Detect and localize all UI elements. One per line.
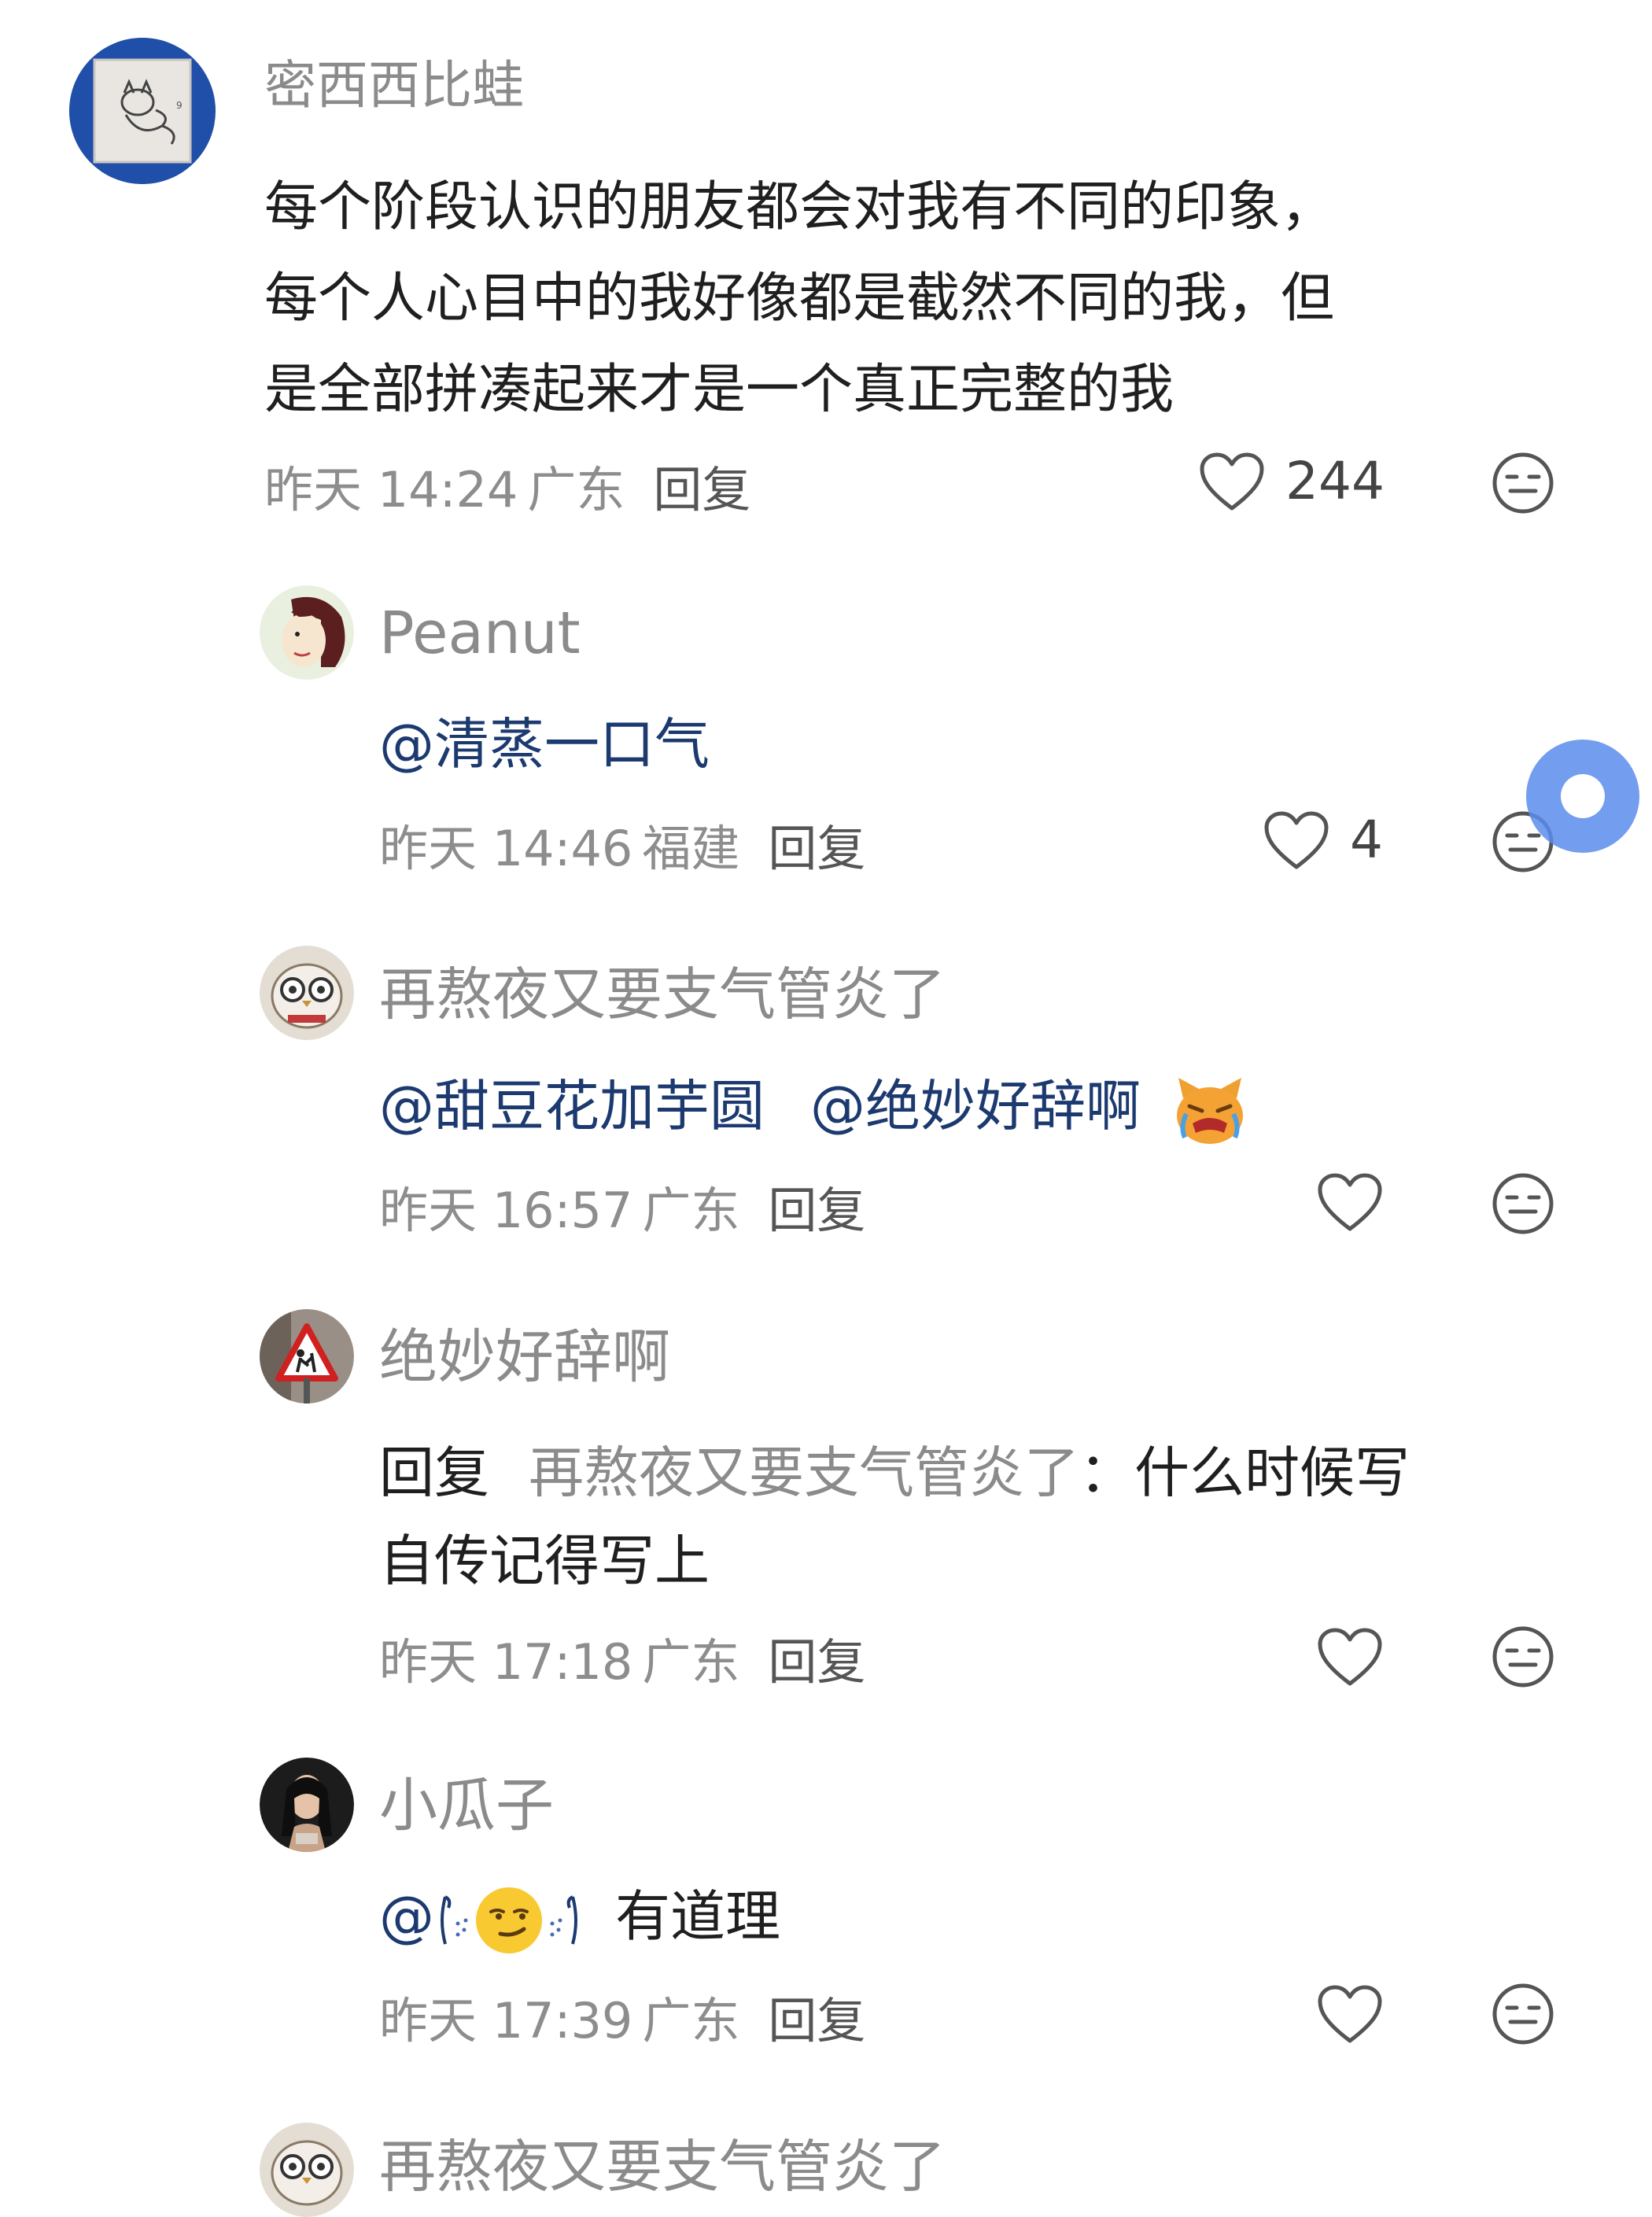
girl-photo-avatar-icon: [260, 1758, 354, 1852]
reply-item: 再熬夜又要支气管炎了 @甜豆花加芋圆 @绝妙好辞啊 昨天 16:57 广东 回复: [0, 913, 1652, 1274]
heart-icon: [1318, 1985, 1382, 2043]
username[interactable]: 再熬夜又要支气管炎了: [379, 966, 946, 1023]
username[interactable]: 再熬夜又要支气管炎了: [379, 2138, 946, 2195]
meh-face-icon: [1492, 1626, 1554, 1688]
comment-text: @甜豆花加芋圆 @绝妙好辞啊: [379, 1067, 1248, 1145]
reply-item: 绝妙好辞啊 回复 再熬夜又要支气管炎了：什么时候写 自传记得写上 昨天 17:18…: [0, 1274, 1652, 1747]
reply-button[interactable]: 回复: [653, 461, 750, 518]
like-button[interactable]: [1317, 1984, 1383, 2044]
timestamp: 昨天 14:46: [379, 820, 633, 877]
crying-cat-emoji-icon: [1172, 1075, 1248, 1145]
owl-cup-avatar-icon: [260, 946, 354, 1040]
smirk-emoji-icon: [474, 1885, 544, 1956]
mention-decor-icon: [434, 1889, 474, 1952]
comment-text: @清蒸一口气: [379, 705, 710, 784]
mention-link[interactable]: @甜豆花加芋圆: [379, 1074, 765, 1138]
timestamp: 昨天 16:57: [379, 1182, 633, 1239]
reply-button[interactable]: 回复: [768, 820, 865, 877]
meh-face-icon: [1492, 1983, 1554, 2045]
mention-at: @: [379, 1884, 434, 1949]
meh-face-icon: [1492, 1173, 1554, 1234]
username[interactable]: 密西西比蛙: [264, 60, 524, 112]
avatar[interactable]: [260, 946, 354, 1040]
comment-meta: 昨天 17:39 广东 回复: [379, 1997, 865, 2045]
location: 福建: [642, 820, 740, 877]
comment-text: 每个阶段认识的朋友都会对我有不同的印象， 每个人心目中的我好像都是截然不同的我，…: [264, 162, 1617, 436]
mention-link[interactable]: @绝妙好辞啊: [810, 1074, 1141, 1138]
timestamp: 昨天 17:39: [379, 1992, 633, 2049]
reply-colon: ：: [1079, 1440, 1134, 1505]
owl-cup-avatar-icon: [260, 2123, 354, 2217]
username[interactable]: Peanut: [379, 604, 581, 662]
heart-icon: [1318, 1173, 1382, 1231]
reply-button[interactable]: 回复: [768, 1992, 865, 2049]
dislike-button[interactable]: [1492, 452, 1554, 518]
comment-line: 回复 再熬夜又要支气管炎了：什么时候写: [379, 1429, 1606, 1517]
comment-text: @ 有道理: [379, 1877, 780, 1956]
heart-icon: [1200, 452, 1264, 511]
username[interactable]: 绝妙好辞啊: [379, 1328, 670, 1386]
like-button[interactable]: 244: [1199, 452, 1385, 511]
mention-decor-icon: [544, 1889, 584, 1952]
comment-meta: 昨天 14:24 广东 回复: [264, 466, 750, 515]
like-count: 4: [1350, 810, 1383, 870]
meh-face-icon: [1492, 452, 1554, 514]
reply-text: 什么时候写: [1134, 1440, 1410, 1505]
avatar[interactable]: 9: [69, 38, 216, 184]
avatar[interactable]: [260, 1758, 354, 1852]
mention-link[interactable]: @清蒸一口气: [379, 712, 710, 777]
comment-line: 是全部拼凑起来才是一个真正完整的我: [264, 359, 1174, 421]
cat-sketch-avatar-icon: 9: [69, 38, 216, 184]
location: 广东: [642, 1182, 740, 1239]
avatar[interactable]: [260, 2123, 354, 2217]
comment-line: 每个阶段认识的朋友都会对我有不同的印象，: [264, 176, 1335, 238]
comment-text: 回复 再熬夜又要支气管炎了：什么时候写 自传记得写上: [379, 1429, 1606, 1605]
warning-sign-avatar-icon: [260, 1309, 354, 1404]
cartoon-girl-avatar-icon: [260, 585, 354, 680]
heart-icon: [1318, 1628, 1382, 1686]
reply-target-username[interactable]: 再熬夜又要支气管炎了: [529, 1440, 1079, 1505]
comment-meta: 昨天 16:57 广东 回复: [379, 1186, 865, 1235]
location: 广东: [527, 461, 625, 518]
like-button[interactable]: 4: [1263, 810, 1383, 870]
comment-line: 每个人心目中的我好像都是截然不同的我，但: [264, 267, 1335, 330]
dislike-button[interactable]: [1492, 1172, 1554, 1238]
comment-line: 自传记得写上: [379, 1529, 710, 1593]
like-button[interactable]: [1317, 1172, 1383, 1232]
like-button[interactable]: [1317, 1627, 1383, 1687]
floating-assistive-button[interactable]: [1526, 740, 1639, 853]
comment-text-body: 有道理: [615, 1884, 780, 1949]
mention-link[interactable]: @: [379, 1884, 584, 1953]
reply-prefix: 回复: [379, 1440, 489, 1505]
reply-button[interactable]: 回复: [768, 1182, 865, 1239]
comment-item: 9 密西西比蛙 每个阶段认识的朋友都会对我有不同的印象， 每个人心目中的我好像都…: [0, 0, 1652, 551]
comment-meta: 昨天 14:46 福建 回复: [379, 824, 865, 873]
reply-button[interactable]: 回复: [768, 1633, 865, 1691]
location: 广东: [642, 1633, 740, 1691]
comment-meta: 昨天 17:18 广东 回复: [379, 1638, 865, 1687]
timestamp: 昨天 14:24: [264, 461, 518, 518]
svg-text:9: 9: [176, 100, 183, 111]
location: 广东: [642, 1992, 740, 2049]
heart-icon: [1264, 811, 1329, 869]
avatar[interactable]: [260, 585, 354, 680]
floating-button-dot-icon: [1561, 774, 1605, 818]
dislike-button[interactable]: [1492, 1625, 1554, 1691]
reply-item: Peanut @清蒸一口气 昨天 14:46 福建 回复 4: [0, 551, 1652, 913]
avatar[interactable]: [260, 1309, 354, 1404]
username[interactable]: 小瓜子: [379, 1776, 554, 1835]
reply-item: 小瓜子 @ 有道理 昨天 17:39 广东 回复: [0, 1747, 1652, 2108]
dislike-button[interactable]: [1492, 1983, 1554, 2049]
timestamp: 昨天 17:18: [379, 1633, 633, 1691]
like-count: 244: [1285, 451, 1385, 511]
reply-item: 再熬夜又要支气管炎了: [0, 2108, 1652, 2217]
